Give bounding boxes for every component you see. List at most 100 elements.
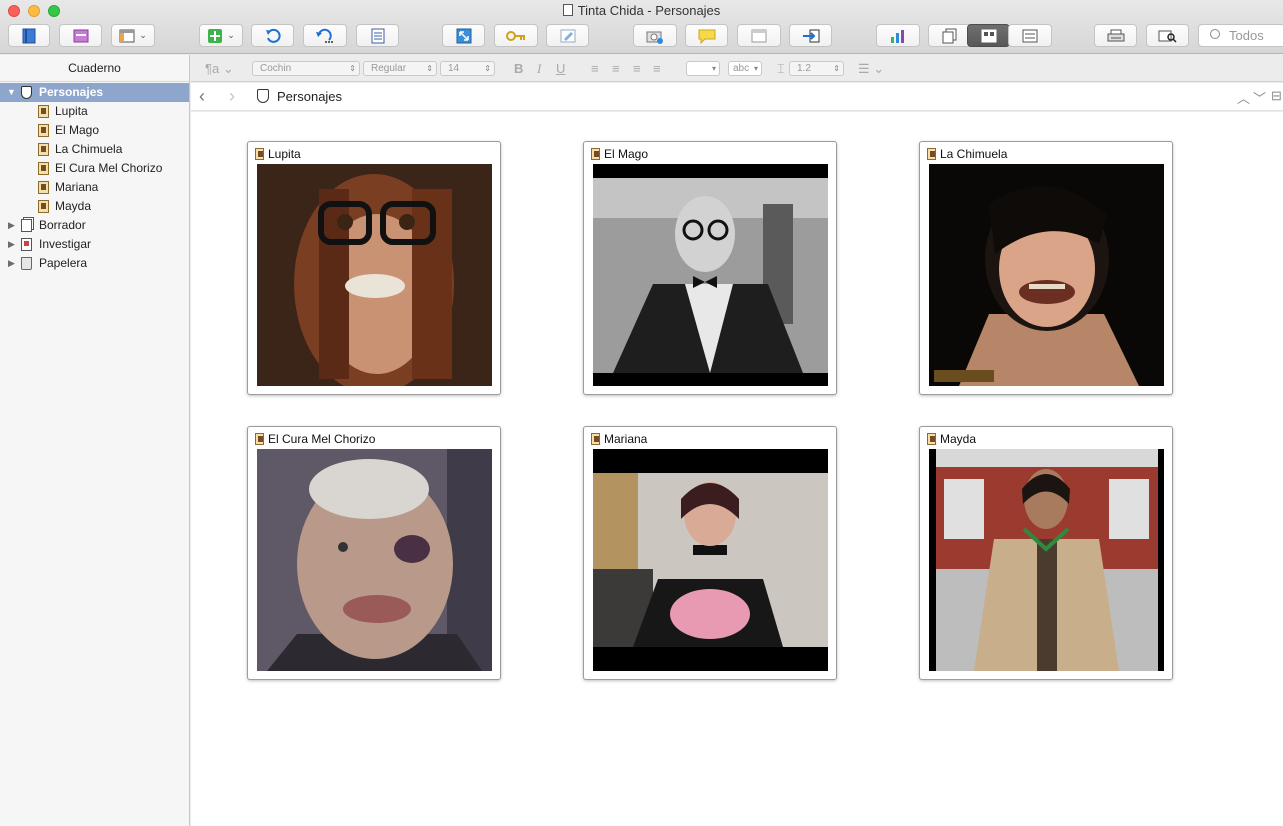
index-card[interactable]: Mariana: [583, 426, 837, 680]
paragraph-style-icon[interactable]: ¶a ⌄: [205, 61, 234, 76]
binder-header: Cuaderno: [0, 55, 189, 82]
index-card-icon: [38, 181, 49, 194]
search-input[interactable]: Todos: [1198, 24, 1283, 47]
binder-item-el-cura-mel-chorizo[interactable]: El Cura Mel Chorizo: [0, 159, 189, 178]
layouts-button[interactable]: ⌄: [111, 24, 155, 47]
disclosure-expanded-icon[interactable]: ▼: [7, 83, 16, 102]
undo-button[interactable]: [251, 24, 294, 47]
binder-sidebar: Cuaderno ▼ Personajes Lupita El Mago La …: [0, 55, 190, 826]
font-family-select[interactable]: Cochin ⇕: [252, 61, 360, 76]
align-left-icon[interactable]: ≡: [591, 61, 599, 76]
outline-view-button[interactable]: [356, 24, 399, 47]
chevron-down-icon[interactable]: ﹀: [1253, 88, 1266, 107]
snapshots-button[interactable]: [633, 24, 677, 47]
italic-icon[interactable]: I: [537, 61, 541, 76]
mask-icon: [257, 89, 269, 103]
binder-item-el-mago[interactable]: El Mago: [0, 121, 189, 140]
import-button[interactable]: [789, 24, 832, 47]
binder-item-mayda[interactable]: Mayda: [0, 197, 189, 216]
binder-item-mariana[interactable]: Mariana: [0, 178, 189, 197]
corkboard: Lupita El Mago La Chimuela El Cura Mel C…: [191, 112, 1283, 826]
binder-item-investigar[interactable]: ▶ Investigar: [0, 235, 189, 254]
forward-arrow-icon[interactable]: ›: [229, 87, 235, 105]
index-card-icon: [38, 162, 49, 175]
mask-icon: [21, 86, 32, 99]
binder-item-personajes[interactable]: ▼ Personajes: [0, 83, 189, 102]
camera-icon: [646, 31, 663, 44]
portrait-image: [593, 449, 828, 671]
card-title: Lupita: [255, 147, 301, 161]
collections-button[interactable]: [59, 24, 102, 47]
quick-search-button[interactable]: [1146, 24, 1189, 47]
comment-button[interactable]: [685, 24, 728, 47]
statistics-button[interactable]: [876, 24, 920, 47]
highlight-color-select[interactable]: abc ▾: [728, 61, 762, 76]
editor-title: Personajes: [277, 89, 343, 104]
arrow-return-icon: [316, 28, 333, 43]
card-title: Mayda: [927, 432, 976, 446]
font-weight-select[interactable]: Regular ⇕: [363, 61, 437, 76]
index-card-icon: [38, 105, 49, 118]
align-justify-icon[interactable]: ≡: [653, 61, 661, 76]
corkboard-icon: [981, 29, 996, 42]
align-center-icon[interactable]: ≡: [612, 61, 620, 76]
inspector-panel-button[interactable]: [737, 24, 781, 47]
index-card[interactable]: La Chimuela: [919, 141, 1173, 395]
binder-toggle-button[interactable]: [8, 24, 50, 47]
portrait-image: [257, 449, 492, 671]
disclosure-collapsed-icon[interactable]: ▶: [8, 235, 15, 254]
outliner-view-button[interactable]: [1008, 24, 1052, 47]
index-card-icon: [38, 200, 49, 213]
index-card[interactable]: El Mago: [583, 141, 837, 395]
corkboard-view-button[interactable]: [967, 24, 1010, 47]
portrait-image: [593, 164, 828, 386]
align-right-icon[interactable]: ≡: [633, 61, 641, 76]
underline-icon[interactable]: U: [556, 61, 565, 76]
card-photo: [593, 449, 828, 671]
document-icon: [562, 4, 573, 16]
bold-icon[interactable]: B: [514, 61, 523, 76]
binder-item-lupita[interactable]: Lupita: [0, 102, 189, 121]
keywords-button[interactable]: [494, 24, 538, 47]
text-color-select[interactable]: ▾: [686, 61, 720, 76]
chevron-down-icon: ▾: [753, 64, 758, 73]
disclosure-collapsed-icon[interactable]: ▶: [8, 254, 15, 273]
card-photo: [593, 164, 828, 386]
index-card-icon: [927, 148, 936, 160]
split-view-icon[interactable]: ⊟: [1271, 88, 1282, 104]
card-photo: [257, 164, 492, 386]
disclosure-collapsed-icon[interactable]: ▶: [8, 216, 15, 235]
scrivenings-button[interactable]: [928, 24, 972, 47]
chevron-up-icon[interactable]: ︿: [1237, 88, 1250, 107]
chevron-down-icon: ⌄: [139, 30, 147, 40]
line-spacing-select[interactable]: 1.2 ⇕: [789, 61, 844, 76]
page-list-icon: [371, 28, 384, 43]
composition-mode-button[interactable]: [442, 24, 485, 47]
index-card-icon: [927, 433, 936, 445]
index-card[interactable]: El Cura Mel Chorizo: [247, 426, 501, 680]
stepper-icon: ⇕: [833, 64, 840, 73]
portrait-image: [929, 164, 1164, 386]
index-card-icon: [38, 143, 49, 156]
index-card-icon: [591, 433, 600, 445]
undo-icon: [265, 28, 281, 43]
import-arrow-icon: [802, 29, 819, 42]
compile-button[interactable]: [1094, 24, 1137, 47]
card-photo: [257, 449, 492, 671]
stepper-icon: ⇕: [426, 64, 433, 73]
index-card-icon: [255, 148, 264, 160]
back-arrow-icon[interactable]: ‹: [199, 87, 205, 105]
binder-item-papelera[interactable]: ▶ Papelera: [0, 254, 189, 273]
font-size-select[interactable]: 14 ⇕: [440, 61, 495, 76]
edit-button[interactable]: [546, 24, 589, 47]
binder-item-la-chimuela[interactable]: La Chimuela: [0, 140, 189, 159]
add-document-button[interactable]: ⌄: [199, 24, 243, 47]
list-bullets-icon[interactable]: ☰ ⌄: [858, 61, 884, 76]
binder-item-borrador[interactable]: ▶ Borrador: [0, 216, 189, 235]
index-card[interactable]: Mayda: [919, 426, 1173, 680]
key-icon: [506, 30, 525, 41]
stepper-icon: ⇕: [349, 64, 356, 73]
quick-reference-button[interactable]: [303, 24, 347, 47]
index-card[interactable]: Lupita: [247, 141, 501, 395]
card-title: Mariana: [591, 432, 647, 446]
